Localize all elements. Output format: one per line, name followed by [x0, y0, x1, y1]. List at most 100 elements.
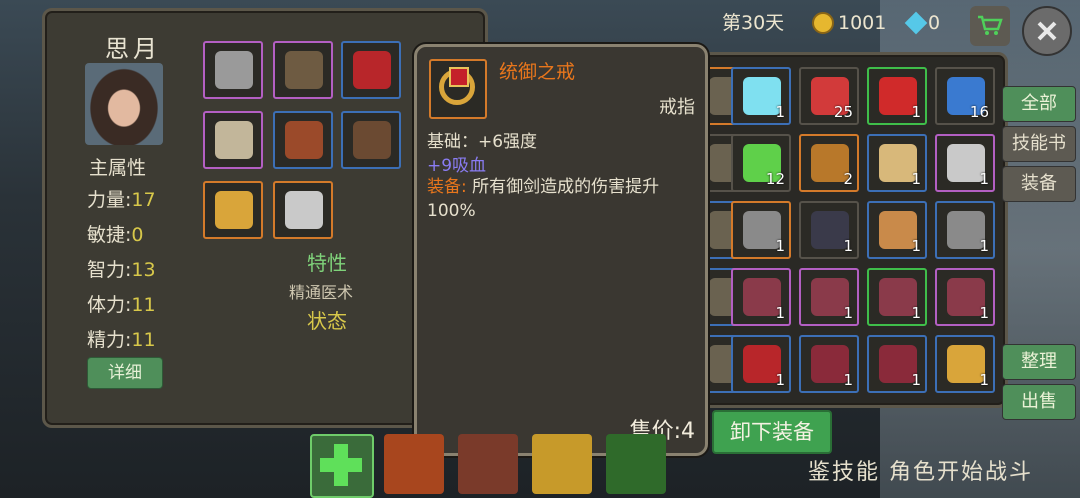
- close-icon: [1037, 21, 1057, 41]
- item-quantity: 1: [911, 304, 921, 322]
- item-quantity: 1: [843, 237, 853, 255]
- tooltip-ring-icon: [429, 59, 487, 119]
- inventory-slot[interactable]: 25: [799, 67, 859, 125]
- gold-amount: 1001: [838, 12, 887, 34]
- item-quantity: 1: [775, 237, 785, 255]
- inventory-slot[interactable]: 12: [731, 134, 791, 192]
- side-tab[interactable]: 技能书: [1002, 126, 1076, 162]
- equipment-slot[interactable]: [203, 41, 263, 99]
- inventory-slot[interactable]: 1: [731, 268, 791, 326]
- equipment-slot[interactable]: [341, 41, 401, 99]
- inventory-slot[interactable]: 1: [935, 268, 995, 326]
- item-quantity: 25: [833, 103, 853, 121]
- armor-icon: [285, 121, 323, 159]
- inventory-slot[interactable]: 1: [935, 134, 995, 192]
- side-tab[interactable]: 全部: [1002, 86, 1076, 122]
- tooltip-bonus-stat: +9吸血: [427, 156, 487, 176]
- equipment-slot[interactable]: [273, 41, 333, 99]
- status-title[interactable]: 状态: [307, 305, 347, 334]
- attribute-label: 体力:: [87, 294, 132, 316]
- helmet-icon: [215, 51, 253, 89]
- attribute-value: 0: [131, 224, 144, 246]
- item-quantity: 1: [843, 371, 853, 389]
- item-quantity: 1: [911, 103, 921, 121]
- equipment-slot[interactable]: [273, 181, 333, 239]
- inventory-slot[interactable]: 1: [935, 335, 995, 393]
- diamond-icon: [904, 11, 928, 35]
- item-quantity: 1: [911, 170, 921, 188]
- inventory-slot[interactable]: 1: [731, 335, 791, 393]
- close-button[interactable]: [1022, 6, 1072, 56]
- gem-amount: 0: [928, 12, 941, 34]
- attribute-row: 体力:11: [87, 290, 156, 317]
- inventory-slot[interactable]: 1: [867, 134, 927, 192]
- bottom-nav-text: 鉴技能 角色开始战斗: [808, 460, 1033, 485]
- vortex-skill-icon[interactable]: [606, 434, 666, 494]
- inventory-slot[interactable]: 1: [799, 335, 859, 393]
- item-quantity: 1: [979, 237, 989, 255]
- inventory-slot[interactable]: 1: [731, 201, 791, 259]
- shoulder-armor-icon: [215, 121, 253, 159]
- amulet-icon: [353, 51, 391, 89]
- gold-display: 1001: [812, 8, 886, 38]
- right-action-button[interactable]: 整理: [1002, 344, 1076, 380]
- inventory-slot[interactable]: 1: [867, 201, 927, 259]
- shop-cart-button[interactable]: [970, 6, 1010, 46]
- attribute-value: 11: [131, 294, 156, 316]
- attribute-row: 智力:13: [87, 255, 156, 282]
- tooltip-base-stat: 基础：+6强度: [427, 132, 538, 152]
- trait-item: 精通医术: [289, 283, 354, 302]
- coin-icon: [812, 12, 834, 34]
- item-tooltip: 统御之戒 戒指 基础：+6强度 +9吸血 装备: 所有御剑造成的伤害提升100%…: [414, 44, 708, 456]
- item-quantity: 12: [765, 170, 785, 188]
- character-portrait: [85, 63, 163, 145]
- item-quantity: 1: [979, 170, 989, 188]
- attribute-row: 敏捷:0: [87, 220, 144, 247]
- attribute-label: 精力:: [87, 329, 132, 351]
- equipment-slot[interactable]: [203, 111, 263, 169]
- claw-icon: [285, 51, 323, 89]
- inventory-slot[interactable]: 1: [799, 201, 859, 259]
- attribute-value: 13: [131, 259, 156, 281]
- main-attributes-title: 主属性: [89, 157, 147, 179]
- fire-skill-icon[interactable]: [384, 434, 444, 494]
- item-quantity: 1: [775, 371, 785, 389]
- inventory-slot[interactable]: 1: [867, 335, 927, 393]
- gem-display: 0: [904, 8, 941, 38]
- inventory-slot[interactable]: 2: [799, 134, 859, 192]
- light-skill-icon[interactable]: [532, 434, 592, 494]
- item-quantity: 1: [775, 103, 785, 121]
- inventory-slot[interactable]: 1: [799, 268, 859, 326]
- attribute-value: 11: [131, 329, 156, 351]
- detail-button[interactable]: 详细: [87, 357, 163, 389]
- item-quantity: 1: [843, 304, 853, 322]
- ring-icon: [215, 191, 253, 229]
- day-label: 第30天: [722, 12, 785, 34]
- equipment-slot[interactable]: [341, 111, 401, 169]
- heal-skill-icon[interactable]: [310, 434, 374, 498]
- attribute-value: 17: [131, 189, 156, 211]
- tooltip-item-type: 戒指: [659, 97, 695, 118]
- side-tab[interactable]: 装备: [1002, 166, 1076, 202]
- equipment-slot[interactable]: [273, 111, 333, 169]
- item-quantity: 1: [979, 304, 989, 322]
- inventory-panel: 1125116712211111111111111111: [690, 52, 1008, 408]
- item-quantity: 2: [843, 170, 853, 188]
- attribute-row: 精力:11: [87, 325, 156, 352]
- inventory-slot[interactable]: 1: [867, 268, 927, 326]
- day-counter: 第30天: [722, 8, 784, 38]
- item-quantity: 1: [911, 237, 921, 255]
- inventory-slot[interactable]: 1: [731, 67, 791, 125]
- item-quantity: 1: [775, 304, 785, 322]
- inventory-slot[interactable]: 1: [867, 67, 927, 125]
- tooltip-equip-label: 装备:: [427, 177, 467, 197]
- inventory-slot[interactable]: 1: [935, 201, 995, 259]
- inventory-slot[interactable]: 16: [935, 67, 995, 125]
- tooltip-item-name: 统御之戒: [499, 61, 576, 83]
- shield-skill-icon[interactable]: [458, 434, 518, 494]
- attribute-label: 敏捷:: [87, 224, 132, 246]
- equipment-slot[interactable]: [203, 181, 263, 239]
- attribute-label: 力量:: [87, 189, 132, 211]
- trait-title: 特性: [307, 251, 347, 275]
- right-action-button[interactable]: 出售: [1002, 384, 1076, 420]
